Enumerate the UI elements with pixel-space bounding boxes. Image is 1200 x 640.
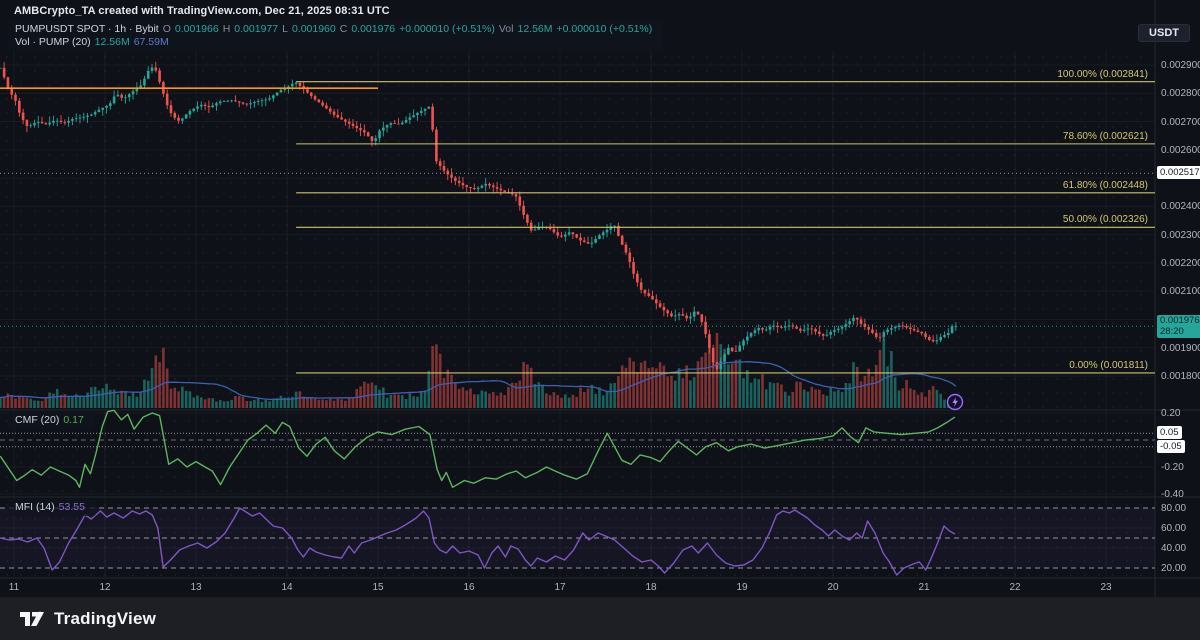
cmf-axis-label: -0.05 (1157, 440, 1185, 453)
cmf-axis-label: -0.20 (1161, 462, 1184, 473)
legend-segment: H (223, 23, 231, 35)
price-axis-label: 0.002900 (1161, 60, 1200, 71)
mfi-axis-label: 80.00 (1161, 503, 1186, 514)
tradingview-wordmark: TradingView (54, 609, 156, 629)
mfi-axis-label: 60.00 (1161, 523, 1186, 534)
time-axis-label: 23 (1100, 582, 1111, 593)
legend-segment: 53.55 (59, 501, 85, 513)
legend-segment: 0.001977 (234, 23, 278, 35)
time-axis-label: 21 (918, 582, 929, 593)
legend-segment: Vol (499, 23, 514, 35)
price-axis-label: 0.002800 (1161, 88, 1200, 99)
legend-segment: 67.59M (134, 36, 169, 48)
volume-bars (0, 333, 957, 408)
legend-segment: +0.000010 (+0.51%) (399, 23, 495, 35)
legend-segment: 12.56M (517, 23, 552, 35)
fib-retracement-drawing[interactable] (296, 82, 1155, 373)
footer-bar: TradingView (0, 598, 1200, 640)
time-axis-label: 19 (736, 582, 747, 593)
price-axis-label: 0.001800 (1161, 371, 1200, 382)
alert-price-label: 0.002517 (1157, 166, 1200, 179)
legend-segment: CMF (20) (15, 414, 59, 426)
legend-segment: 12.56M (95, 36, 130, 48)
legend-segment: O (163, 23, 171, 35)
time-axis-label: 22 (1009, 582, 1020, 593)
cmf-axis-label: -0.40 (1161, 489, 1184, 500)
cmf-axis-label: 0.20 (1161, 408, 1180, 419)
time-axis-label: 13 (190, 582, 201, 593)
time-axis-label: 15 (372, 582, 383, 593)
ohlc-legend-row: PUMPUSDT SPOT · 1h · BybitO0.001966H0.00… (15, 23, 656, 36)
chart-window: AMBCrypto_TA created with TradingView.co… (0, 0, 1200, 640)
symbol-legend: PUMPUSDT SPOT · 1h · BybitO0.001966H0.00… (8, 21, 663, 51)
fib-level-label: 0.00% (0.001811) (1069, 360, 1148, 371)
legend-segment: 0.001966 (175, 23, 219, 35)
fib-level-label: 50.00% (0.002326) (1063, 214, 1148, 225)
cmf-axis-label: 0.05 (1157, 426, 1182, 439)
time-axis-label: 11 (9, 582, 19, 593)
mfi-axis-label: 40.00 (1161, 543, 1186, 554)
grid-lines (0, 50, 1155, 578)
currency-toggle-button[interactable]: USDT (1138, 24, 1190, 42)
legend-segment: PUMPUSDT SPOT · 1h · Bybit (15, 23, 159, 35)
fib-level-label: 61.80% (0.002448) (1063, 180, 1148, 191)
current-price-label: 0.00197628:20 (1157, 315, 1200, 338)
time-axis-label: 17 (554, 582, 565, 593)
cmf-pane (0, 410, 1155, 487)
legend-segment: MFI (14) (15, 501, 55, 513)
volume-legend-row: Vol · PUMP (20) 12.56M 67.59M (15, 36, 656, 49)
price-axis-label: 0.002700 (1161, 117, 1200, 128)
candlestick-series (0, 62, 957, 375)
legend-segment: Vol · PUMP (20) (15, 36, 91, 48)
bar-countdown: 28:20 (1160, 327, 1200, 338)
legend-segment: 0.001976 (351, 23, 395, 35)
mfi-axis-label: 20.00 (1161, 563, 1186, 574)
chart-watermark: AMBCrypto_TA created with TradingView.co… (14, 5, 390, 17)
tradingview-logo[interactable]: TradingView (20, 609, 156, 629)
time-axis-label: 16 (463, 582, 474, 593)
price-axis-label: 0.002600 (1161, 145, 1200, 156)
lightning-marker-icon[interactable] (946, 393, 964, 411)
price-axis-label: 0.002200 (1161, 258, 1200, 269)
time-axis-label: 20 (827, 582, 838, 593)
tradingview-logo-icon (20, 609, 46, 629)
fib-level-label: 100.00% (0.002841) (1057, 69, 1148, 80)
main-chart-canvas[interactable] (0, 0, 1200, 640)
price-axis-label: 0.002100 (1161, 286, 1200, 297)
fib-level-label: 78.60% (0.002621) (1063, 131, 1148, 142)
mfi-pane (0, 508, 1155, 575)
cmf-legend: CMF (20) 0.17 (8, 412, 95, 429)
legend-segment: 0.001960 (292, 23, 336, 35)
time-axis-label: 12 (99, 582, 110, 593)
price-axis-label: 0.002300 (1161, 230, 1200, 241)
time-axis-label: 14 (281, 582, 292, 593)
legend-segment: 0.17 (63, 414, 83, 426)
legend-segment: +0.000010 (+0.51%) (557, 23, 653, 35)
legend-segment: C (340, 23, 348, 35)
mfi-legend: MFI (14) 53.55 (8, 499, 96, 516)
legend-segment: L (282, 23, 288, 35)
price-axis-label: 0.002400 (1161, 201, 1200, 212)
time-axis-label: 18 (645, 582, 656, 593)
price-axis-label: 0.001900 (1161, 343, 1200, 354)
